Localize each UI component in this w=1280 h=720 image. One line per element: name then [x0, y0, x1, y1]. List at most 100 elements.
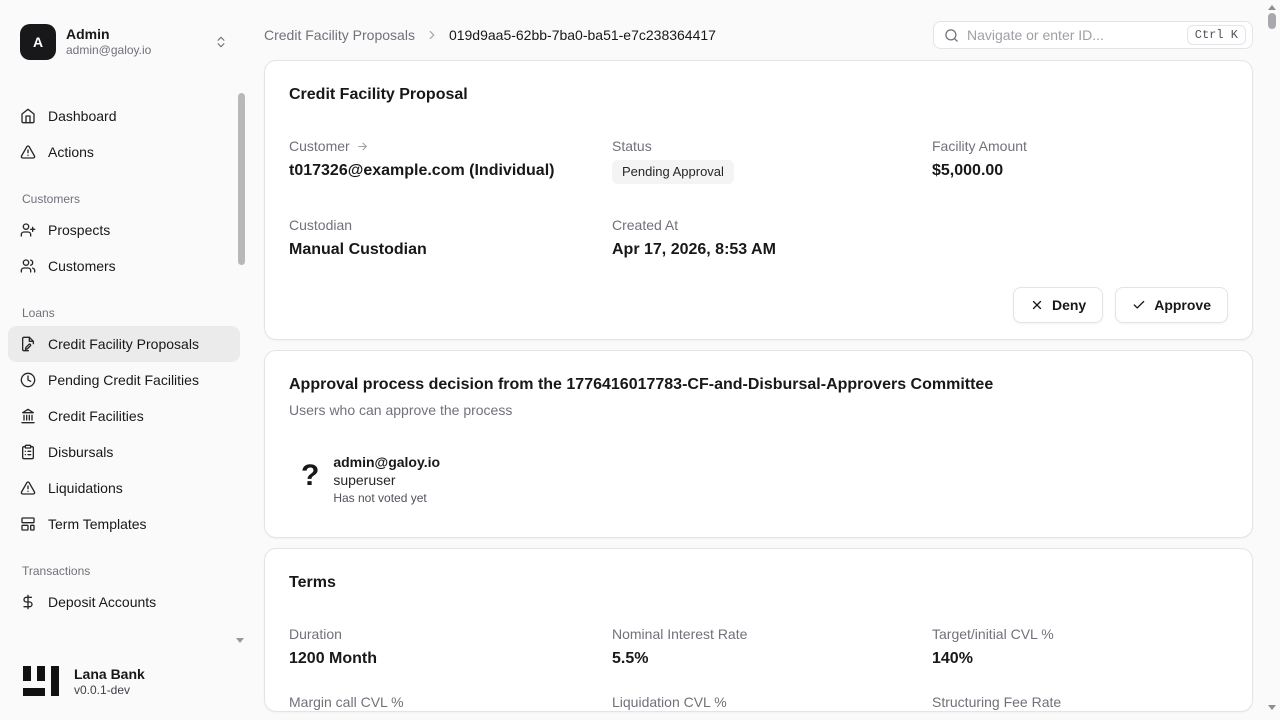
- sidebar-item-credit-facility-proposals[interactable]: Credit Facility Proposals: [8, 326, 240, 362]
- field-facility-amount-value: $5,000.00: [932, 161, 1228, 181]
- brand-texts: Lana Bank v0.0.1-dev: [74, 666, 145, 698]
- lana-bank-logo: [22, 666, 60, 698]
- clock-icon: [20, 372, 36, 388]
- avatar: A: [20, 24, 56, 60]
- dollar-icon: [20, 594, 36, 610]
- approve-button-label: Approve: [1154, 297, 1211, 313]
- sidebar-footer: Lana Bank v0.0.1-dev: [0, 652, 248, 720]
- chevrons-up-down-icon: [214, 35, 228, 49]
- triangle-alert-icon: [20, 144, 36, 160]
- terms-card: Terms Duration 1200 Month Nominal Intere…: [264, 548, 1253, 712]
- sidebar-scrollbar-down-arrow[interactable]: [236, 638, 244, 643]
- profile-name: Admin: [66, 26, 204, 43]
- sidebar-item-credit-facilities[interactable]: Credit Facilities: [8, 398, 240, 434]
- clipboard-icon: [20, 444, 36, 460]
- field-margin-call-cvl: Margin call CVL %: [289, 693, 612, 711]
- users-icon: [20, 258, 36, 274]
- field-liquidation-cvl-label: Liquidation CVL %: [612, 693, 932, 711]
- field-label-text: Customer: [289, 137, 350, 155]
- sidebar-scrollbar-thumb[interactable]: [238, 93, 245, 265]
- sidebar-item-deposit-accounts[interactable]: Deposit Accounts: [8, 584, 240, 620]
- proposal-card-title: Credit Facility Proposal: [289, 85, 1228, 105]
- sidebar-item-label: Deposit Accounts: [48, 594, 156, 610]
- field-status-value: Pending Approval: [612, 160, 932, 184]
- main-content: Credit Facility Proposals 019d9aa5-62bb-…: [248, 0, 1280, 720]
- approver-email: admin@galoy.io: [333, 453, 440, 471]
- approver-row: ? admin@galoy.io superuser Has not voted…: [289, 453, 1228, 506]
- field-status-label: Status: [612, 137, 932, 155]
- field-customer-value[interactable]: t017326@example.com (Individual): [289, 161, 612, 181]
- sidebar-item-actions[interactable]: Actions: [8, 134, 240, 170]
- field-nominal-interest-rate: Nominal Interest Rate 5.5%: [612, 625, 932, 669]
- search-box[interactable]: Ctrl K: [933, 21, 1253, 49]
- breadcrumb-current: 019d9aa5-62bb-7ba0-ba51-e7c238364417: [449, 27, 716, 43]
- approval-card-title: Approval process decision from the 17764…: [289, 375, 1228, 395]
- approver-details: admin@galoy.io superuser Has not voted y…: [333, 453, 440, 506]
- field-structuring-fee-label: Structuring Fee Rate: [932, 693, 1228, 711]
- scrollbar-up-arrow[interactable]: [1268, 5, 1276, 10]
- search-input[interactable]: [967, 27, 1179, 43]
- sidebar-item-disbursals[interactable]: Disbursals: [8, 434, 240, 470]
- main-scrollbar[interactable]: [1264, 0, 1280, 720]
- field-target-cvl-value: 140%: [932, 649, 1228, 669]
- brand-version: v0.0.1-dev: [74, 683, 145, 698]
- profile-email: admin@galoy.io: [66, 43, 204, 58]
- proposal-fields: Customer t017326@example.com (Individual…: [289, 137, 1228, 260]
- sidebar-item-customers[interactable]: Customers: [8, 248, 240, 284]
- deny-button[interactable]: Deny: [1013, 287, 1103, 323]
- field-target-cvl: Target/initial CVL % 140%: [932, 625, 1228, 669]
- field-liquidation-cvl: Liquidation CVL %: [612, 693, 932, 711]
- brand-name: Lana Bank: [74, 666, 145, 683]
- field-nominal-interest-rate-label: Nominal Interest Rate: [612, 625, 932, 643]
- field-custodian: Custodian Manual Custodian: [289, 216, 612, 260]
- status-badge: Pending Approval: [612, 160, 734, 184]
- search-shortcut-badge: Ctrl K: [1187, 25, 1246, 45]
- field-created-at-label: Created At: [612, 216, 932, 234]
- sidebar-item-term-templates[interactable]: Term Templates: [8, 506, 240, 542]
- chevron-right-icon: [425, 28, 439, 42]
- field-custodian-label: Custodian: [289, 216, 612, 234]
- breadcrumb-parent[interactable]: Credit Facility Proposals: [264, 27, 415, 43]
- field-duration-value: 1200 Month: [289, 649, 612, 669]
- approve-button[interactable]: Approve: [1115, 287, 1228, 323]
- search-icon: [944, 28, 959, 43]
- field-structuring-fee: Structuring Fee Rate: [932, 693, 1228, 711]
- sidebar-item-label: Disbursals: [48, 444, 113, 460]
- bank-icon: [20, 408, 36, 424]
- sidebar-item-label: Customers: [48, 258, 116, 274]
- terms-card-title: Terms: [289, 573, 1228, 593]
- field-target-cvl-label: Target/initial CVL %: [932, 625, 1228, 643]
- sidebar-item-liquidations[interactable]: Liquidations: [8, 470, 240, 506]
- profile-texts: Admin admin@galoy.io: [66, 26, 204, 58]
- sidebar-item-label: Prospects: [48, 222, 110, 238]
- scrollbar-thumb[interactable]: [1268, 13, 1276, 29]
- terms-fields: Duration 1200 Month Nominal Interest Rat…: [289, 625, 1228, 711]
- sidebar-item-label: Actions: [48, 144, 94, 160]
- approver-role: superuser: [333, 471, 440, 490]
- sidebar-section-loans: Loans: [22, 306, 226, 320]
- approval-card-subtitle: Users who can approve the process: [289, 401, 1228, 419]
- sidebar-item-label: Term Templates: [48, 516, 147, 532]
- scrollbar-down-arrow[interactable]: [1268, 705, 1276, 710]
- field-facility-amount-label: Facility Amount: [932, 137, 1228, 155]
- profile-menu[interactable]: A Admin admin@galoy.io: [12, 20, 236, 64]
- field-status: Status Pending Approval: [612, 137, 932, 184]
- sidebar-item-label: Pending Credit Facilities: [48, 372, 199, 388]
- field-facility-amount: Facility Amount $5,000.00: [932, 137, 1228, 184]
- field-margin-call-cvl-label: Margin call CVL %: [289, 693, 612, 711]
- field-customer-label: Customer: [289, 137, 612, 155]
- approval-card: Approval process decision from the 17764…: [264, 350, 1253, 538]
- arrow-right-icon: [356, 140, 369, 153]
- triangle-alert-icon: [20, 480, 36, 496]
- topbar: Credit Facility Proposals 019d9aa5-62bb-…: [264, 21, 1253, 49]
- sidebar-item-pending-credit-facilities[interactable]: Pending Credit Facilities: [8, 362, 240, 398]
- proposal-card-footer: Deny Approve: [265, 270, 1252, 339]
- sidebar-item-dashboard[interactable]: Dashboard: [8, 98, 240, 134]
- sidebar-item-label: Dashboard: [48, 108, 117, 124]
- question-mark-icon: ?: [301, 461, 319, 491]
- sidebar-item-label: Credit Facilities: [48, 408, 144, 424]
- field-duration-label: Duration: [289, 625, 612, 643]
- file-pen-icon: [20, 336, 36, 352]
- check-icon: [1132, 298, 1146, 312]
- sidebar-item-prospects[interactable]: Prospects: [8, 212, 240, 248]
